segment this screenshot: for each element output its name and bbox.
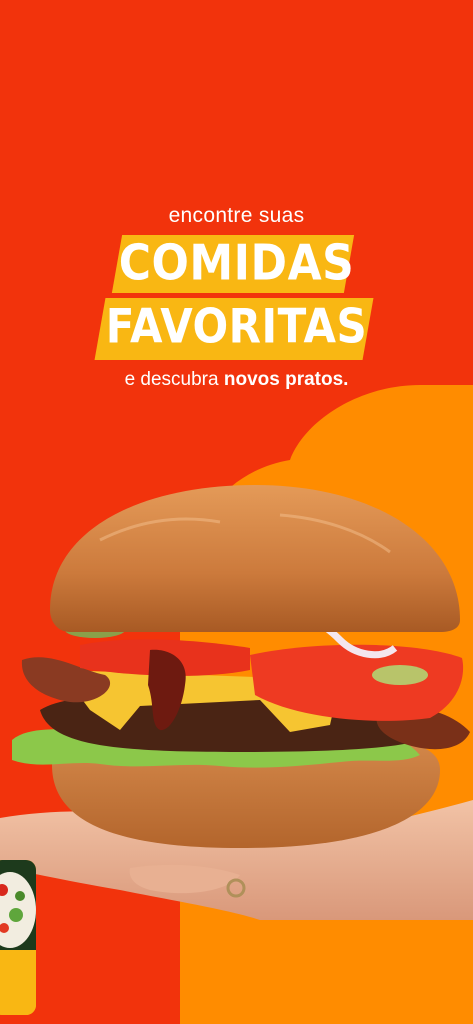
- promo-intro-text: encontre suas: [168, 204, 305, 227]
- tagline-prefix: e descubra: [124, 369, 224, 390]
- side-dish-card: [0, 860, 36, 1015]
- tagline-bold: novos pratos.: [223, 369, 349, 390]
- headline-line-1: COMIDAS: [118, 234, 355, 293]
- salad-dish-image: [0, 860, 36, 1015]
- burger-in-hand-image: [0, 485, 473, 920]
- onboarding-screen: encontre suas COMIDAS FAVORITAS e descub…: [0, 0, 473, 1024]
- promo-headline: encontre suas COMIDAS FAVORITAS e descub…: [0, 0, 473, 420]
- promo-tagline: e descubra novos pratos.: [0, 369, 473, 391]
- headline-line-2: FAVORITAS: [105, 299, 368, 354]
